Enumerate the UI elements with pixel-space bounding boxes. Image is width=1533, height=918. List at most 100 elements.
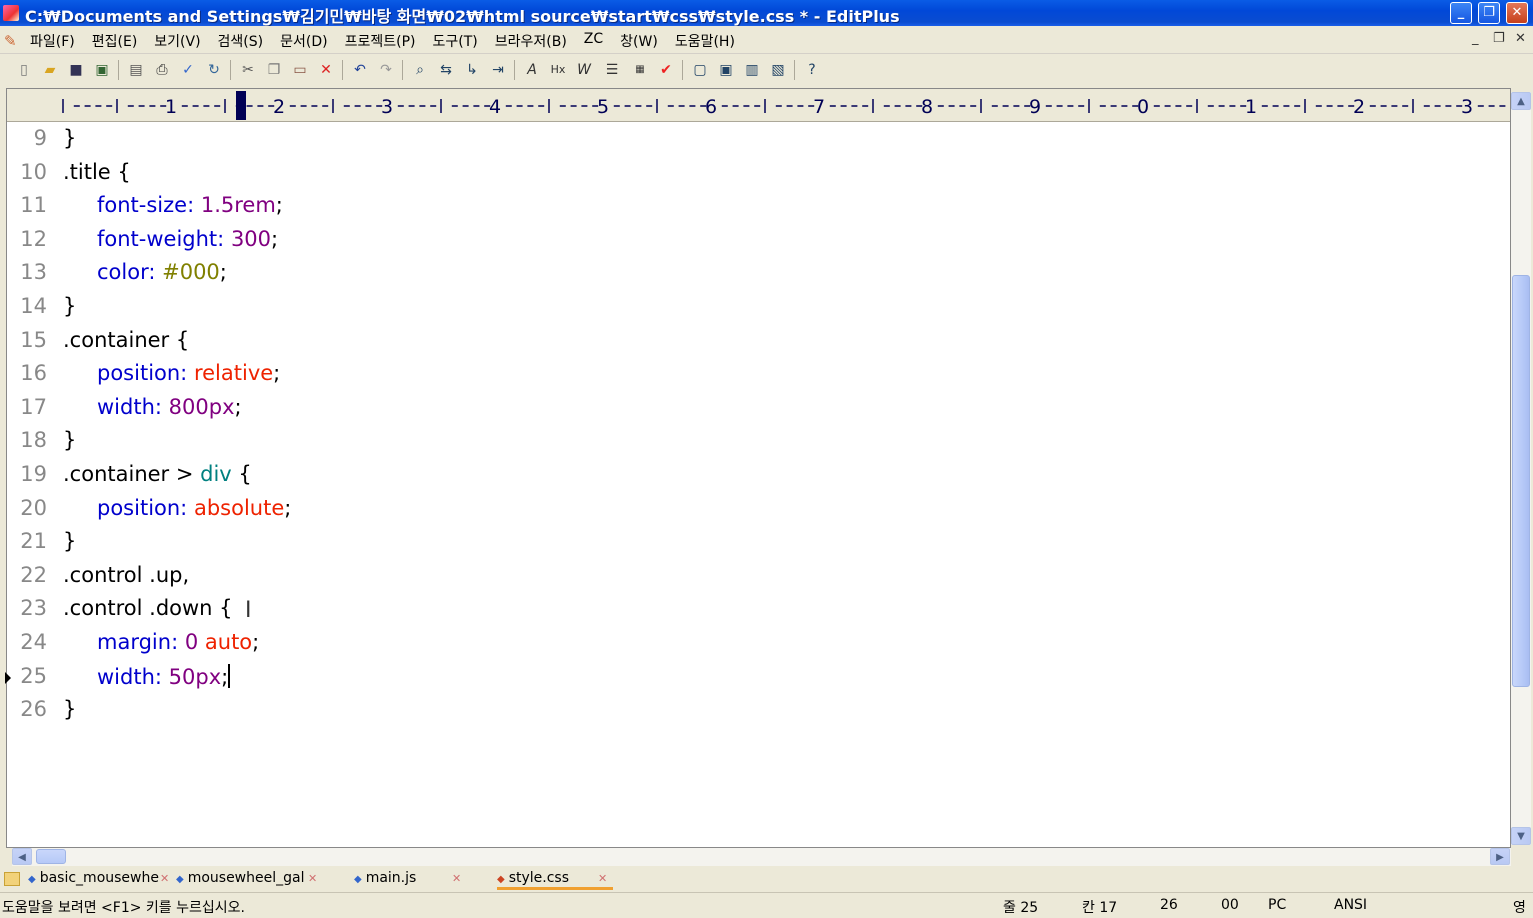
document-tabs: ◆ basic_mousewhe ✕ ◆ mousewheel_gal ✕ ◆ mai… [0,868,1533,892]
menu-browser[interactable]: 브라우저(B) [495,31,567,51]
editplus-app-icon[interactable] [3,5,19,21]
tab-style-css[interactable]: ◆ style.css ✕ [497,870,613,890]
hex-icon[interactable]: Hx [548,60,568,80]
code-line: 24 margin: 0 auto; [7,630,1507,663]
wordwrap-icon[interactable]: W [574,60,594,80]
ruler-label: 2 [1353,96,1365,118]
code-line: 12 font-weight: 300; [7,227,1507,260]
menu-window[interactable]: 창(W) [620,31,658,51]
save-all-icon[interactable]: ▣ [92,60,112,80]
cliptext-icon[interactable]: ▣ [716,60,736,80]
scroll-right-icon[interactable]: ▶ [1490,848,1510,865]
find-icon[interactable]: ⌕ [410,60,430,80]
cut-icon[interactable]: ✂ [238,60,258,80]
tab-basic-mousewheel[interactable]: ◆ basic_mousewhe ✕ [28,870,174,890]
copy-icon[interactable]: ❐ [264,60,284,80]
indent-icon[interactable]: ⇥ [488,60,508,80]
vertical-scrollbar[interactable]: ▲ ▼ [1511,92,1531,845]
close-button[interactable]: ✕ [1506,2,1528,24]
menu-document[interactable]: 문서(D) [280,31,327,51]
line-number: 18 [20,428,47,453]
print-icon[interactable]: ⎙ [152,60,172,80]
ruler-label: 1 [165,96,177,118]
code-area[interactable]: 9} 10 .title { 11 font-size: 1.5rem; 12 fon… [5,126,1510,846]
check-icon[interactable]: ✔ [656,60,676,80]
doc-close-button[interactable]: ✕ [1515,31,1526,46]
scroll-left-icon[interactable]: ◀ [12,848,32,865]
ruler-icon[interactable]: ▦ [630,60,650,80]
ruler-cursor-marker [236,91,246,120]
code-line: 16 position: relative; [7,361,1507,394]
editplus-window: C:₩Documents and Settings₩김기민₩바탕 화면₩02₩h… [0,0,1533,918]
title-bar: C:₩Documents and Settings₩김기민₩바탕 화면₩02₩h… [0,0,1533,26]
line-number: 23 [20,596,47,621]
vertical-scroll-thumb[interactable] [1512,275,1530,687]
tab-mousewheel-gallery[interactable]: ◆ mousewheel_gal ✕ [176,870,322,890]
doc-minimize-button[interactable]: _ [1472,31,1479,46]
font-icon[interactable]: A [522,60,542,80]
menu-edit[interactable]: 편집(E) [92,31,138,51]
menu-tools[interactable]: 도구(T) [432,31,477,51]
file-icon: ◆ [28,874,36,885]
line-number: 26 [20,697,47,722]
help-icon[interactable]: ? [802,60,822,80]
status-help-text: 도움말을 보려면 <F1> 키를 누르십시오. [2,900,245,916]
folder-icon[interactable] [4,872,20,886]
file-icon: ◆ [176,874,184,885]
menu-zc[interactable]: ZC [584,31,603,51]
code-line: 19 .container > div { [7,462,1507,495]
menu-file[interactable]: 파일(F) [30,31,75,51]
status-total-lines: 26 [1160,897,1178,913]
minimize-button[interactable]: _ [1450,2,1472,24]
new-file-icon[interactable]: ▯ [14,60,34,80]
ruler-label: 3 [1461,96,1473,118]
line-number: 24 [20,630,47,654]
pen-icon: ✎ [4,32,17,50]
undo-icon[interactable]: ↶ [350,60,370,80]
code-line: 13 color: #000; [7,260,1507,293]
ruler-label: 7 [813,96,825,118]
redo-icon[interactable]: ↷ [376,60,396,80]
goto-icon[interactable]: ↳ [462,60,482,80]
horizontal-scroll-thumb[interactable] [36,849,66,864]
spellcheck-icon[interactable]: ✓ [178,60,198,80]
ruler-label: 3 [381,96,393,118]
restore-button[interactable]: ❐ [1478,2,1500,24]
tab-close-icon[interactable]: ✕ [160,872,169,885]
tab-close-icon[interactable]: ✕ [598,872,607,885]
scroll-up-icon[interactable]: ▲ [1511,92,1531,110]
line-number: 13 [20,260,47,285]
status-encoding: ANSI [1334,897,1368,913]
horizontal-scrollbar[interactable]: ◀ ▶ [12,848,1511,866]
save-icon[interactable]: ■ [66,60,86,80]
code-line: 23 .control .down { [7,596,1507,629]
menu-help[interactable]: 도움말(H) [675,31,735,51]
output-icon[interactable]: ▧ [768,60,788,80]
ruler-label: 0 [1137,96,1149,118]
directory-icon[interactable]: ▥ [742,60,762,80]
editor-pane[interactable]: 1234567890123 9} 10 .title { 11 font-size:… [5,88,1511,848]
tab-close-icon[interactable]: ✕ [308,872,317,885]
code-line: 9} [7,126,1507,159]
scroll-down-icon[interactable]: ▼ [1511,827,1531,845]
menu-project[interactable]: 프로젝트(P) [345,31,416,51]
code-line: 17 width: 800px; [7,395,1507,428]
ruler-label: 4 [489,96,501,118]
doc-restore-button[interactable]: ❐ [1493,31,1505,46]
tab-main-js[interactable]: ◆ main.js ✕ [354,870,470,890]
replace-icon[interactable]: ⇆ [436,60,456,80]
code-line: 22 .control .up, [7,563,1507,596]
menu-view[interactable]: 보기(V) [154,31,200,51]
delete-icon[interactable]: ✕ [316,60,336,80]
window-icon[interactable]: ▢ [690,60,710,80]
tab-close-icon[interactable]: ✕ [452,872,461,885]
refresh-icon[interactable]: ↻ [204,60,224,80]
code-line: 11 font-size: 1.5rem; [7,193,1507,226]
code-line: 20 position: absolute; [7,496,1507,529]
print-preview-icon[interactable]: ▤ [126,60,146,80]
list-icon[interactable]: ☰ [602,60,622,80]
paste-icon[interactable]: ▭ [290,60,310,80]
open-icon[interactable]: ▰ [40,60,60,80]
menu-search[interactable]: 검색(S) [218,31,264,51]
ruler-label: 8 [921,96,933,118]
